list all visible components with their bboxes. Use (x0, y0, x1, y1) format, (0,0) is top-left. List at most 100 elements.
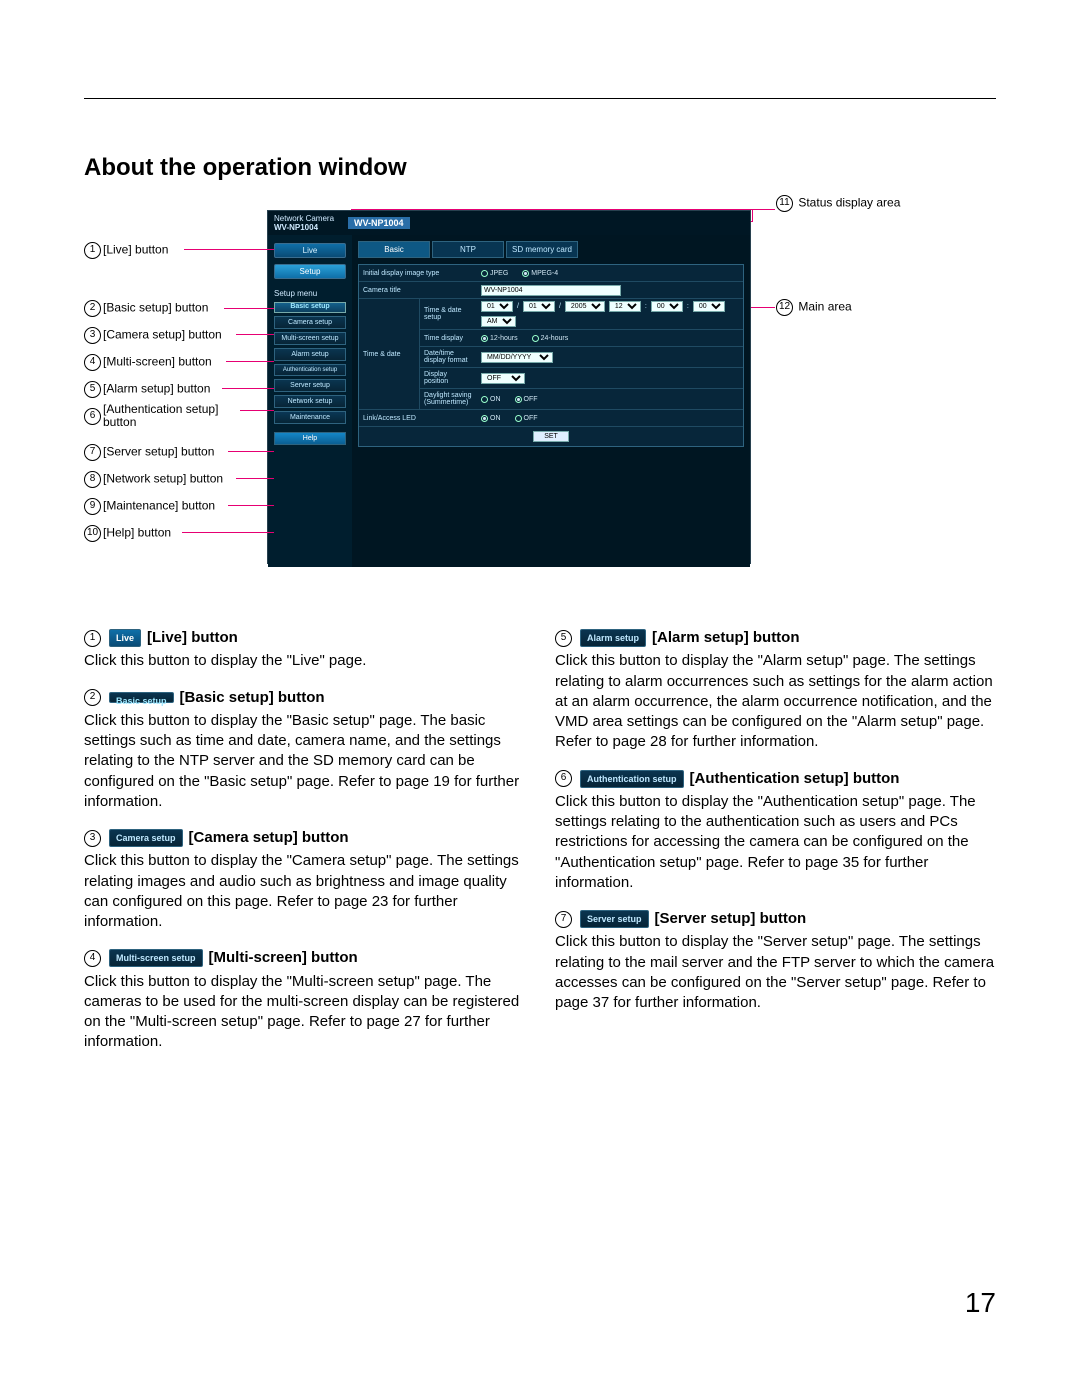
item-title: [Basic setup] button (180, 688, 325, 708)
description-item: 4 Multi-screen setup [Multi-screen] button… (84, 948, 525, 1052)
callout-bullet: 5 (84, 381, 101, 398)
callout-label: [Multi-screen] button (103, 355, 212, 369)
sel-min[interactable]: 00 (651, 301, 683, 312)
sel-disp-pos[interactable]: OFF (481, 373, 525, 384)
tab-basic[interactable]: Basic (358, 241, 430, 258)
item-body: Click this button to display the "Camera… (84, 851, 525, 932)
item-bullet: 5 (555, 630, 572, 647)
radio-24h[interactable]: 24-hours (532, 335, 569, 342)
callout-bullet: 11 (776, 195, 793, 212)
item-body: Click this button to display the "Authen… (555, 792, 996, 893)
description-item: 3Camera setup[Camera setup] buttonClick … (84, 828, 525, 932)
callout-bullet: 4 (84, 354, 101, 371)
callout-12: 12 Main area (776, 299, 852, 316)
page-title: About the operation window (84, 154, 407, 182)
radio-12h[interactable]: 12-hours (481, 335, 518, 342)
item-chip: Basic setup (109, 692, 174, 703)
callout-bullet: 8 (84, 471, 101, 488)
sel-year[interactable]: 2005 (565, 301, 605, 312)
page-number: 17 (965, 1287, 996, 1319)
callout-11: 11 Status display area (776, 195, 900, 212)
radio-led-off[interactable]: OFF (515, 415, 538, 422)
ui-window-header: Network Camera WV-NP1004 WV-NP1004 (268, 211, 750, 235)
setup-button[interactable]: Setup (274, 264, 346, 279)
callout-label: [Live] button (103, 243, 168, 257)
basic-setup-button[interactable]: Basic setup (274, 302, 346, 313)
label-led: Link/Access LED (359, 410, 477, 426)
model-tag: WV-NP1004 (348, 217, 410, 229)
item-chip: Server setup (580, 910, 649, 928)
item-chip: Alarm setup (580, 629, 646, 647)
callout-label: Status display area (798, 196, 900, 210)
page: About the operation window 11 Status dis… (0, 0, 1080, 1399)
horizontal-rule (84, 98, 996, 99)
callout-bullet: 3 (84, 327, 101, 344)
sel-month[interactable]: 01 (481, 301, 513, 312)
item-bullet: 1 (84, 630, 101, 647)
item-title: [Live] button (147, 628, 238, 648)
item-title: [Multi-screen] button (209, 948, 358, 968)
item-title: [Camera setup] button (189, 828, 349, 848)
item-body: Click this button to display the "Server… (555, 932, 996, 1013)
live-button[interactable]: Live (274, 243, 346, 258)
label-image-type: Initial display image type (359, 265, 477, 281)
item-title: [Authentication setup] button (690, 769, 900, 789)
menu-heading: Setup menu (274, 289, 346, 298)
authentication-setup-button[interactable]: Authentication setup (274, 364, 346, 376)
label-date-format: Date/time display format (419, 347, 477, 367)
callout-label: [Camera setup] button (103, 328, 222, 342)
multiscreen-setup-button[interactable]: Multi-screen setup (274, 332, 346, 345)
item-bullet: 3 (84, 830, 101, 847)
sel-hour[interactable]: 12 (609, 301, 641, 312)
description-columns: 1Live[Live] buttonClick this button to d… (84, 628, 996, 1069)
callout-bullet: 7 (84, 444, 101, 461)
sel-date-format[interactable]: MM/DD/YYYY (481, 352, 553, 363)
radio-mpeg4[interactable]: MPEG-4 (522, 270, 558, 277)
item-body: Click this button to display the "Live" … (84, 651, 525, 671)
sel-day[interactable]: 01 (523, 301, 555, 312)
tab-sd[interactable]: SD memory card (506, 241, 578, 258)
radio-dst-on[interactable]: ON (481, 396, 501, 403)
main-area: Basic NTP SD memory card Initial display… (352, 235, 750, 567)
alarm-setup-button[interactable]: Alarm setup (274, 348, 346, 361)
maintenance-button[interactable]: Maintenance (274, 411, 346, 424)
radio-dst-off[interactable]: OFF (515, 396, 538, 403)
callout-bullet: 9 (84, 498, 101, 515)
item-body: Click this button to display the "Multi-… (84, 972, 525, 1053)
set-button[interactable]: SET (533, 431, 569, 442)
item-bullet: 2 (84, 689, 101, 706)
label-disp-pos: Display position (419, 368, 477, 388)
settings-form: Initial display image type JPEG MPEG-4 C… (358, 264, 744, 447)
item-title: [Alarm setup] button (652, 628, 800, 648)
callout-label: [Network setup] button (103, 472, 223, 486)
callout-bullet: 1 (84, 242, 101, 259)
server-setup-button[interactable]: Server setup (274, 379, 346, 392)
tabs: Basic NTP SD memory card (358, 241, 744, 258)
brand-text: Network Camera WV-NP1004 (274, 214, 334, 232)
description-item: 6Authentication setup[Authentication set… (555, 769, 996, 894)
item-bullet: 4 (84, 950, 101, 967)
help-button[interactable]: Help (274, 432, 346, 445)
item-body: Click this button to display the "Basic … (84, 711, 525, 812)
sel-sec[interactable]: 00 (693, 301, 725, 312)
label-time-group: Time & date (359, 299, 419, 409)
network-setup-button[interactable]: Network setup (274, 395, 346, 408)
callout-label: Main area (798, 300, 851, 314)
radio-jpeg[interactable]: JPEG (481, 270, 508, 277)
callout-label: [Basic setup] button (103, 301, 208, 315)
item-title: [Server setup] button (655, 909, 807, 929)
description-item: 5Alarm setup[Alarm setup] buttonClick th… (555, 628, 996, 753)
sel-ampm[interactable]: AM (481, 316, 516, 327)
item-chip: Multi-screen setup (109, 949, 203, 967)
callout-label: [Maintenance] button (103, 499, 215, 513)
description-item: 7 Server setup [Server setup] button Click … (555, 909, 996, 1013)
item-bullet: 7 (555, 911, 572, 928)
callout-bullet: 12 (776, 299, 793, 316)
tab-ntp[interactable]: NTP (432, 241, 504, 258)
radio-led-on[interactable]: ON (481, 415, 501, 422)
camera-setup-button[interactable]: Camera setup (274, 316, 346, 329)
camera-title-input[interactable] (481, 285, 621, 296)
figure: 11 Status display area 12 Main area Netw… (84, 200, 996, 580)
left-column: 1Live[Live] buttonClick this button to d… (84, 628, 525, 1069)
label-td-setup: Time & date setup (419, 299, 477, 329)
